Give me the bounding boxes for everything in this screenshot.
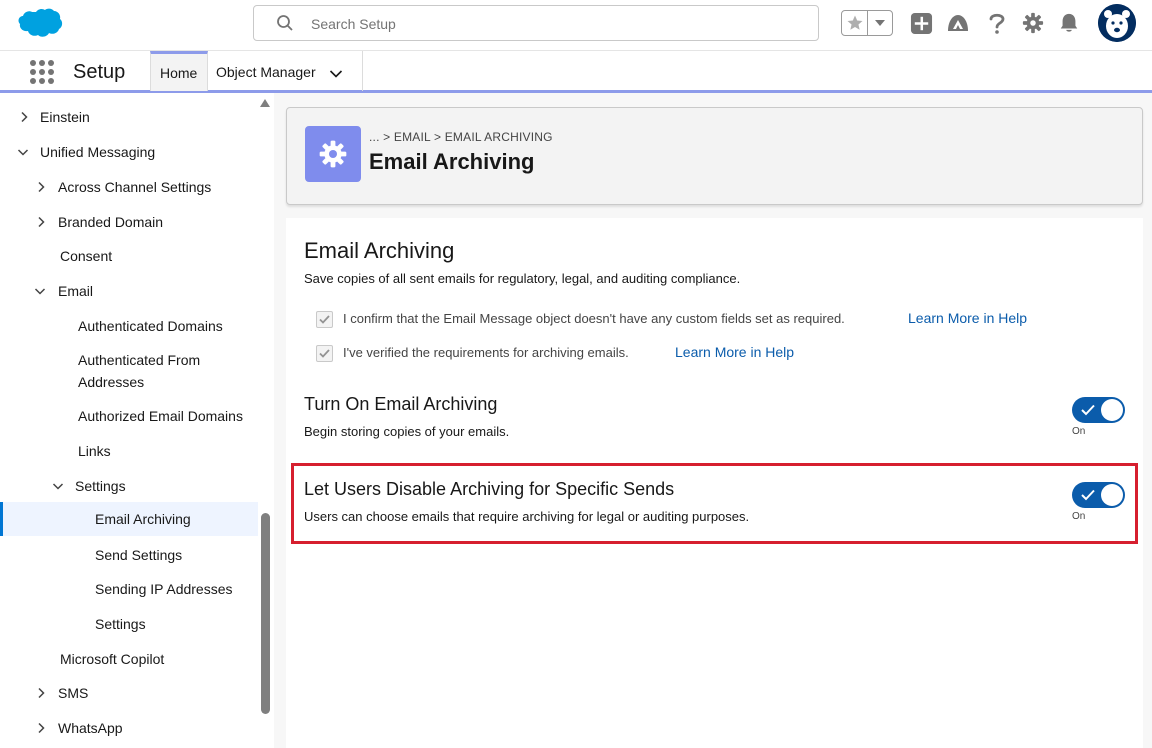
sidebar-item-sending-ip-addresses[interactable]: Sending IP Addresses xyxy=(0,577,258,601)
search-icon xyxy=(276,14,294,32)
page-title: Email Archiving xyxy=(369,149,535,174)
favorites-dropdown-icon[interactable] xyxy=(868,11,892,35)
chevron-down-icon[interactable] xyxy=(329,66,343,78)
page-header: ... > EMAIL > EMAIL ARCHIVING Email Arch… xyxy=(286,107,1143,205)
sidebar-item-label: Authorized Email Domains xyxy=(78,408,243,424)
sidebar-item-label: Across Channel Settings xyxy=(58,179,212,195)
app-name: Setup xyxy=(73,61,126,83)
plus-icon[interactable] xyxy=(909,11,933,35)
chevron-right-icon[interactable] xyxy=(35,216,47,228)
sidebar-item-unified-messaging[interactable]: Unified Messaging xyxy=(0,140,258,164)
sidebar-item-email-archiving[interactable]: Email Archiving xyxy=(0,502,258,536)
sidebar-item-authenticated-domains[interactable]: Authenticated Domains xyxy=(0,314,258,338)
sidebar-item-send-settings[interactable]: Send Settings xyxy=(0,543,258,567)
sidebar-item-label: Email xyxy=(58,283,94,299)
sidebar-item-label: Settings xyxy=(75,478,126,494)
sidebar-item-label: Unified Messaging xyxy=(40,144,156,160)
highlight-annotation-box xyxy=(291,463,1138,544)
sidebar-item-label: Settings xyxy=(95,616,146,632)
salesforce-cloud-logo[interactable] xyxy=(17,7,63,39)
sidebar-item-email[interactable]: Email xyxy=(0,279,258,303)
learn-more-link[interactable]: Learn More in Help xyxy=(908,310,1027,326)
setup-sidebar: Einstein Unified Messaging Across Channe… xyxy=(0,93,274,748)
sidebar-item-label: Email Archiving xyxy=(95,511,191,527)
sidebar-item-links[interactable]: Links xyxy=(0,439,258,463)
learn-more-link[interactable]: Learn More in Help xyxy=(675,344,794,360)
toggle-knob xyxy=(1101,399,1123,421)
sidebar-item-whatsapp[interactable]: WhatsApp xyxy=(0,716,258,740)
sidebar-item-authenticated-from-addresses[interactable]: Authenticated From Addresses xyxy=(0,348,258,394)
checkbox-label: I've verified the requirements for archi… xyxy=(343,345,629,360)
help-icon[interactable] xyxy=(985,11,1009,35)
search-placeholder: Search Setup xyxy=(311,16,396,32)
sidebar-item-label: Send Settings xyxy=(95,547,183,563)
sidebar-item-authorized-email-domains[interactable]: Authorized Email Domains xyxy=(0,404,258,428)
global-header: Search Setup xyxy=(0,0,1152,50)
sidebar-item-label: Branded Domain xyxy=(58,214,164,230)
sidebar-item-label: WhatsApp xyxy=(58,720,123,736)
trailhead-icon[interactable] xyxy=(946,11,970,35)
sidebar-item-einstein[interactable]: Einstein xyxy=(0,105,258,129)
sidebar-item-label: Sending IP Addresses xyxy=(95,581,233,597)
context-bar: Setup Home Object Manager xyxy=(0,50,1152,93)
sidebar-item-settings-group[interactable]: Settings xyxy=(0,474,258,498)
sidebar-item-label: Authenticated From Addresses xyxy=(78,352,201,390)
chevron-down-icon[interactable] xyxy=(17,146,29,158)
tab-object-manager-label: Object Manager xyxy=(216,64,316,80)
star-icon[interactable] xyxy=(842,11,868,35)
sidebar-item-label: Links xyxy=(78,443,111,459)
sidebar-item-label: Einstein xyxy=(40,109,90,125)
chevron-right-icon[interactable] xyxy=(35,181,47,193)
sidebar-item-label: SMS xyxy=(58,685,89,701)
breadcrumb[interactable]: ... > EMAIL > EMAIL ARCHIVING xyxy=(369,130,553,144)
chevron-down-icon[interactable] xyxy=(34,285,46,297)
sidebar-item-label: Consent xyxy=(60,248,113,264)
avatar[interactable] xyxy=(1098,4,1136,42)
chevron-right-icon[interactable] xyxy=(35,722,47,734)
sidebar-item-settings[interactable]: Settings xyxy=(0,612,258,636)
confirm-checkbox-row: I confirm that the Email Message object … xyxy=(316,309,1076,329)
bell-icon[interactable] xyxy=(1057,11,1081,35)
toggle-state-label: On xyxy=(1072,426,1086,437)
sidebar-item-microsoft-copilot[interactable]: Microsoft Copilot xyxy=(0,647,258,671)
verify-checkbox-row: I've verified the requirements for archi… xyxy=(316,343,836,363)
confirm-custom-fields-checkbox[interactable] xyxy=(316,311,333,328)
favorites-group xyxy=(841,10,893,36)
chevron-right-icon[interactable] xyxy=(35,687,47,699)
sidebar-item-consent[interactable]: Consent xyxy=(0,244,258,268)
tab-home-label: Home xyxy=(160,65,198,81)
card-title: Email Archiving xyxy=(304,238,455,263)
setup-gear-icon xyxy=(305,126,361,182)
turn-on-archiving-toggle[interactable] xyxy=(1072,397,1125,423)
sidebar-scrollbar[interactable] xyxy=(261,513,270,714)
chevron-right-icon[interactable] xyxy=(18,111,30,123)
card-description: Save copies of all sent emails for regul… xyxy=(304,271,741,286)
sidebar-item-label: Authenticated Domains xyxy=(78,318,223,334)
sidebar-item-across-channel-settings[interactable]: Across Channel Settings xyxy=(0,175,258,199)
checkbox-label: I confirm that the Email Message object … xyxy=(343,311,845,326)
tab-home[interactable]: Home xyxy=(150,51,208,91)
sidebar-item-label: Microsoft Copilot xyxy=(60,651,165,667)
verified-requirements-checkbox[interactable] xyxy=(316,345,333,362)
search-input[interactable]: Search Setup xyxy=(253,5,819,41)
chevron-down-icon[interactable] xyxy=(52,480,64,492)
setting-title: Turn On Email Archiving xyxy=(304,394,498,414)
sidebar-item-sms[interactable]: SMS xyxy=(0,681,258,705)
tab-object-manager[interactable]: Object Manager xyxy=(208,51,363,91)
check-icon xyxy=(1081,404,1095,416)
scroll-up-arrow-icon[interactable] xyxy=(260,98,270,108)
setting-description: Begin storing copies of your emails. xyxy=(304,424,510,439)
sidebar-item-branded-domain[interactable]: Branded Domain xyxy=(0,210,258,234)
gear-icon[interactable] xyxy=(1021,11,1045,35)
app-launcher-icon[interactable] xyxy=(29,59,55,85)
